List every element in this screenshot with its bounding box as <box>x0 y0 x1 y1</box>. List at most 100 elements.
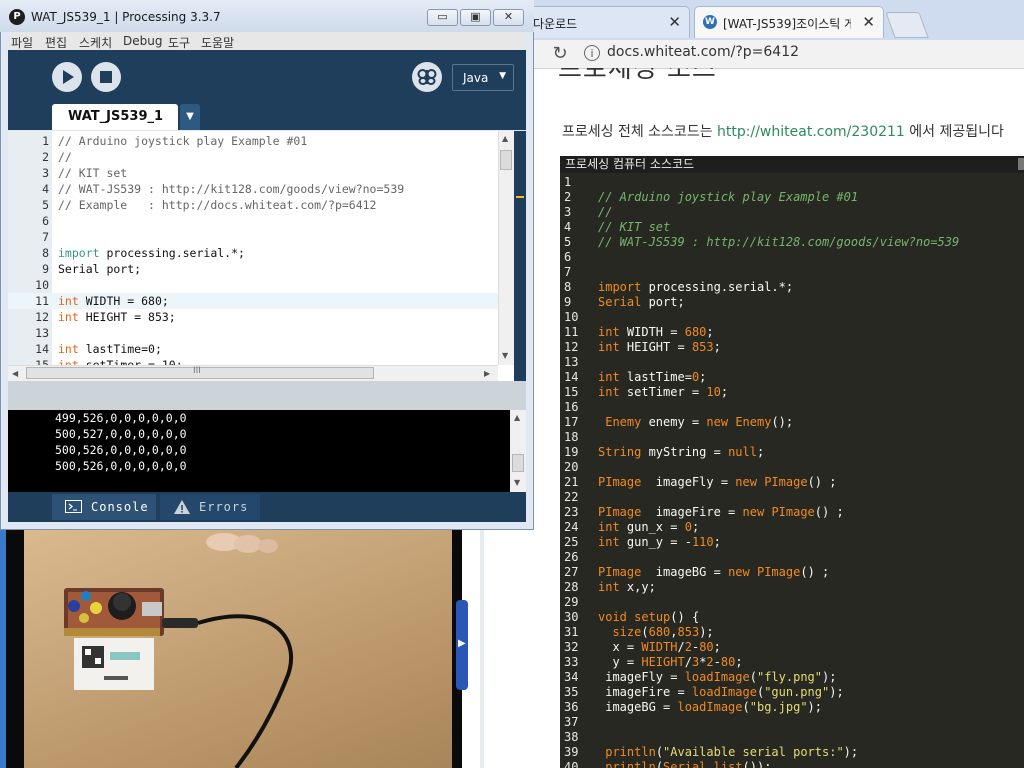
line-number: 8 <box>564 280 572 294</box>
console-scroll-thumb[interactable] <box>512 454 524 472</box>
line-marker[interactable] <box>516 196 524 198</box>
chevron-down-icon: ▼ <box>499 71 506 81</box>
menu-help[interactable]: 도움말 <box>201 34 234 51</box>
line-number: 5 <box>564 235 572 249</box>
console-scrollbar[interactable]: ▲ ▼ <box>510 410 526 492</box>
code-block-toolbar-button[interactable] <box>1018 158 1024 170</box>
scroll-up-icon[interactable]: ▲ <box>502 134 508 143</box>
tab-close-icon[interactable]: ✕ <box>668 13 681 31</box>
editor-line[interactable]: 14 int lastTime=0; <box>8 341 498 357</box>
editor-line[interactable]: 12 int HEIGHT = 853; <box>8 309 498 325</box>
scroll-down-icon[interactable]: ▼ <box>514 478 520 487</box>
stop-button[interactable] <box>91 62 121 92</box>
reload-icon[interactable]: ↻ <box>548 42 572 66</box>
code-text: int setTimer = 10; <box>58 358 183 365</box>
line-number: 7 <box>42 230 49 244</box>
editor-line[interactable]: 1 // Arduino joystick play Example #01 <box>8 133 498 149</box>
editor-line[interactable]: 5 // Example : http://docs.whiteat.com/?p… <box>8 197 498 213</box>
line-number: 9 <box>564 295 572 309</box>
ide-menu-bar: 파일 편집 스케치 Debug 도구 도움말 <box>8 32 526 50</box>
code-line: 34 imageFly = loadImage("fly.png"); <box>560 670 1024 685</box>
line-number: 33 <box>564 655 579 669</box>
menu-file[interactable]: 파일 <box>11 34 33 51</box>
code-line: 37 <box>560 715 1024 730</box>
menu-debug[interactable]: Debug <box>123 34 162 48</box>
code-text: int lastTime=0; <box>598 370 707 384</box>
menu-sketch[interactable]: 스케치 <box>79 34 112 51</box>
line-number: 2 <box>564 190 572 204</box>
line-number: 25 <box>564 535 579 549</box>
editor-scroll-thumb[interactable] <box>500 150 512 170</box>
editor-line[interactable]: 11 int WIDTH = 680; <box>8 293 498 309</box>
code-line: 11 int WIDTH = 680; <box>560 325 1024 340</box>
processing-logo-icon: P <box>9 9 25 25</box>
line-number: 1 <box>564 175 572 189</box>
editor-line[interactable]: 9 Serial port; <box>8 261 498 277</box>
scroll-right-icon[interactable]: ▶ <box>484 369 490 378</box>
scroll-down-icon[interactable]: ▼ <box>502 351 508 360</box>
tab-menu-button[interactable]: ▼ <box>180 104 200 130</box>
code-line: 39 println("Available serial ports:"); <box>560 745 1024 760</box>
console-line: 500,527,0,0,0,0,0,0 <box>55 427 187 441</box>
menu-edit[interactable]: 편집 <box>45 34 67 51</box>
code-text: import processing.serial.*; <box>598 280 794 294</box>
code-line: 36 imageBG = loadImage("bg.jpg"); <box>560 700 1024 715</box>
code-block: 프로세싱 컴퓨터 소스코드 1 2 // Arduino joystick play… <box>560 156 1024 768</box>
code-line: 32 x = WIDTH/2-80; <box>560 640 1024 655</box>
close-button[interactable]: ✕ <box>493 9 524 26</box>
line-number: 1 <box>42 134 49 148</box>
code-line: 35 imageFire = loadImage("gun.png"); <box>560 685 1024 700</box>
ide-toolbar <box>8 50 526 104</box>
line-number: 34 <box>564 670 579 684</box>
console-tab[interactable]: Console <box>52 494 156 520</box>
horizontal-scroll-thumb[interactable]: III <box>26 366 374 379</box>
editor-line[interactable]: 13 <box>8 325 498 341</box>
editor-line[interactable]: 2 // <box>8 149 498 165</box>
stop-icon <box>100 71 112 83</box>
code-line: 14 int lastTime=0; <box>560 370 1024 385</box>
editor-line[interactable]: 6 <box>8 213 498 229</box>
code-line: 3 // <box>560 205 1024 220</box>
errors-tab[interactable]: Errors <box>160 494 260 520</box>
tab-sketch[interactable]: WAT_JS539_1 <box>52 104 178 130</box>
source-link[interactable]: http://whiteat.com/230211 <box>717 124 905 140</box>
code-text: imageBG = loadImage("bg.jpg"); <box>598 700 822 714</box>
line-number: 14 <box>35 342 49 356</box>
scroll-up-icon[interactable]: ▲ <box>514 413 520 422</box>
run-button[interactable] <box>52 62 82 92</box>
menu-tools[interactable]: 도구 <box>168 34 190 51</box>
code-line: 13 <box>560 355 1024 370</box>
code-text: imageFly = loadImage("fly.png"); <box>598 670 837 684</box>
line-number: 40 <box>564 760 579 768</box>
editor-viewport[interactable]: 1 // Arduino joystick play Example #01 2 //… <box>8 131 498 365</box>
address-bar[interactable]: docs.whiteat.com/?p=6412 <box>607 44 799 60</box>
browser-tab-active[interactable]: W [WAT-JS539]조이스틱 게 ✕ <box>694 6 884 38</box>
editor-line[interactable]: 10 <box>8 277 498 293</box>
editor-line[interactable]: 3 // KIT set <box>8 165 498 181</box>
tab-close-icon[interactable]: ✕ <box>862 13 875 31</box>
tab-title: 다운로드 <box>533 17 578 31</box>
line-number: 20 <box>564 460 579 474</box>
editor-line[interactable]: 15 int setTimer = 10; <box>8 357 498 365</box>
line-number: 10 <box>564 310 579 324</box>
minimize-button[interactable]: ▭ <box>427 9 458 26</box>
mode-value: Java <box>463 71 489 85</box>
scroll-left-icon[interactable]: ◀ <box>12 369 18 378</box>
maximize-button[interactable]: ▣ <box>460 9 491 26</box>
line-number: 12 <box>564 340 579 354</box>
mode-selector[interactable]: Java ▼ <box>452 64 514 91</box>
editor-line[interactable]: 4 // WAT-JS539 : http://kit128.com/goods/… <box>8 181 498 197</box>
line-number: 11 <box>35 294 49 308</box>
console-line: 500,526,0,0,0,0,0,0 <box>55 459 187 473</box>
debug-button[interactable] <box>412 62 442 92</box>
code-line: 22 <box>560 490 1024 505</box>
code-text: Serial port; <box>598 295 685 309</box>
intro-suffix: 에서 제공됩니다 <box>909 124 1004 140</box>
code-text: imageFire = loadImage("gun.png"); <box>598 685 844 699</box>
code-line: 4 // KIT set <box>560 220 1024 235</box>
code-text: int lastTime=0; <box>58 342 162 356</box>
info-icon[interactable]: i <box>584 45 600 61</box>
editor-line[interactable]: 7 <box>8 229 498 245</box>
editor-line[interactable]: 8 import processing.serial.*; <box>8 245 498 261</box>
browser-tab-downloads[interactable]: 다운로드 ✕ <box>520 6 690 38</box>
